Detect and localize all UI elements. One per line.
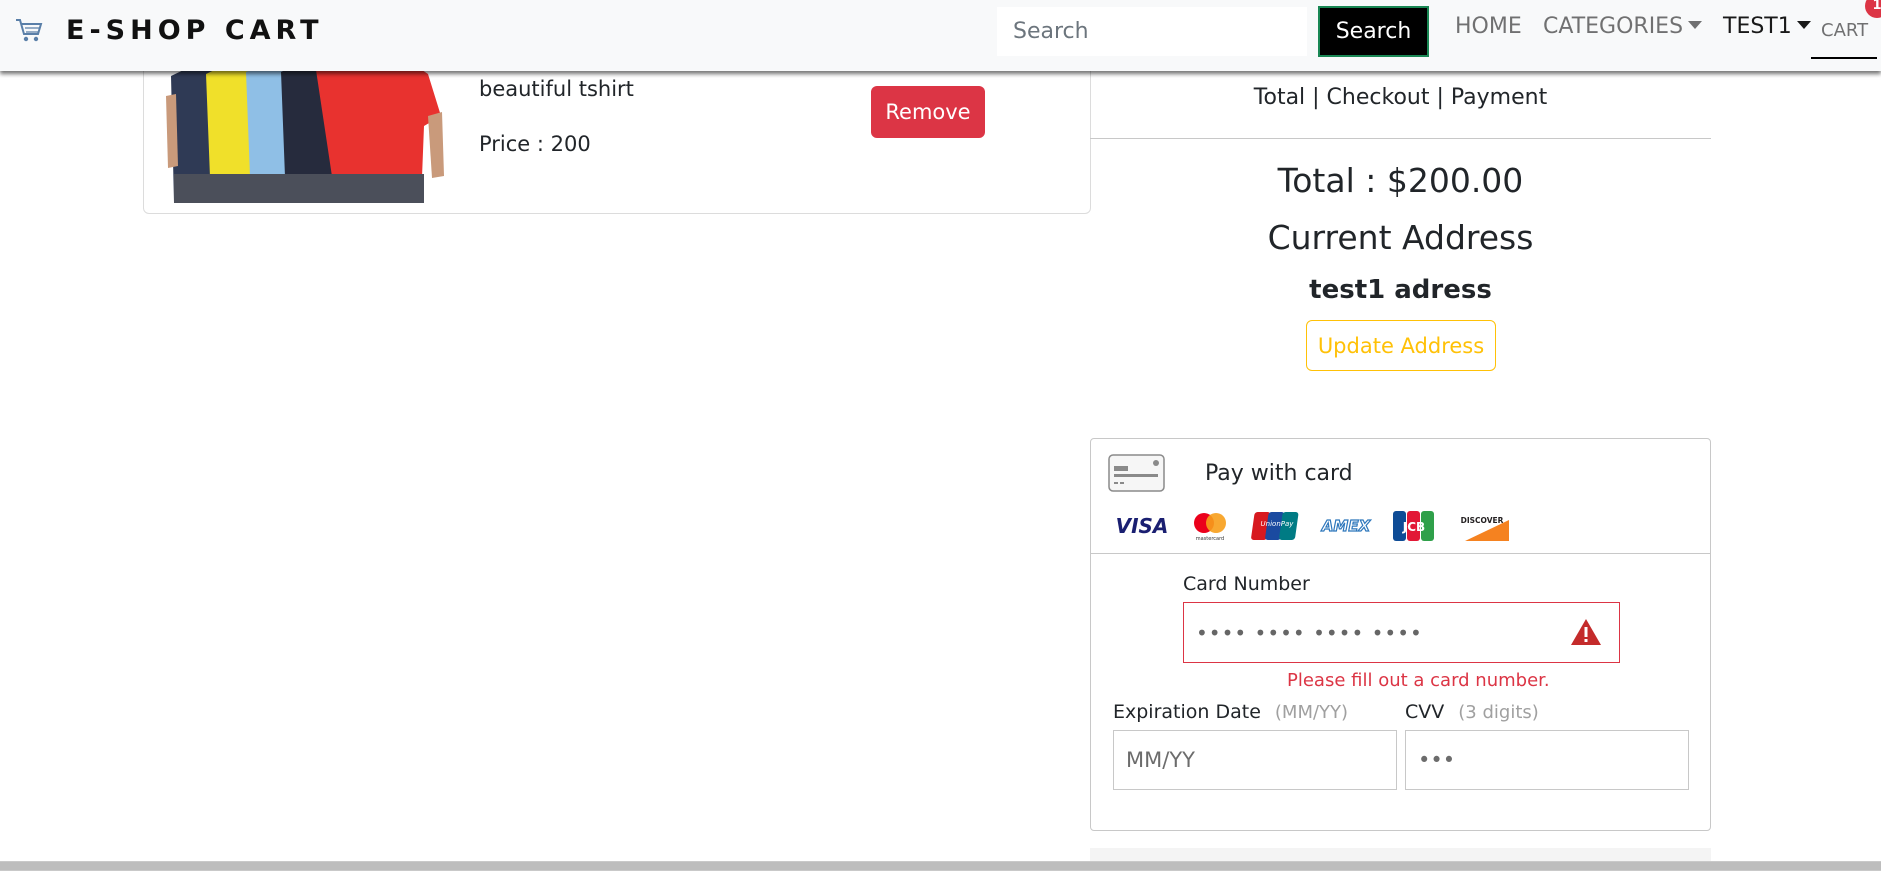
brand[interactable]: E-SHOP CART: [14, 10, 324, 50]
update-address-button[interactable]: Update Address: [1306, 320, 1496, 371]
amex-icon: AMEX: [1319, 510, 1373, 542]
card-number-label: Card Number: [1183, 573, 1310, 595]
summary-header: Total | Checkout | Payment: [1253, 85, 1548, 110]
amex-text: AMEX: [1321, 517, 1372, 535]
next-section-edge: [1090, 848, 1711, 861]
discover-icon: DISCOVER: [1455, 510, 1509, 542]
mastercard-icon: mastercard: [1183, 510, 1237, 542]
warning-icon: [1571, 619, 1601, 645]
expiration-input[interactable]: MM/YY: [1113, 730, 1397, 790]
summary-divider: [1090, 138, 1711, 139]
nav-user-label: TEST1: [1723, 14, 1792, 39]
product-image: [166, 56, 444, 203]
chevron-down-icon: [1796, 21, 1811, 29]
scrollbar-thumb[interactable]: [0, 862, 1881, 870]
expiration-hint: (MM/YY): [1274, 702, 1349, 723]
card-number-placeholder: •••• •••• •••• ••••: [1196, 621, 1423, 645]
remove-button[interactable]: Remove: [871, 86, 985, 138]
product-price: Price : 200: [479, 132, 591, 156]
cvv-hint: (3 digits): [1458, 702, 1539, 723]
unionpay-icon: UnionPay: [1251, 510, 1305, 542]
cvv-label-text: CVV: [1405, 701, 1445, 723]
address-value: test1 adress: [1309, 275, 1492, 305]
pay-with-card-title: Pay with card: [1205, 461, 1353, 486]
nav-user-dropdown[interactable]: TEST1: [1723, 14, 1811, 39]
order-total: Total : $200.00: [1277, 161, 1524, 200]
expiration-placeholder: MM/YY: [1126, 748, 1195, 772]
jcb-text: JCB: [1402, 520, 1425, 534]
nav-cart-label: CART: [1821, 20, 1869, 41]
visa-icon: VISA: [1115, 510, 1169, 542]
credit-card-icon: [1108, 454, 1165, 492]
jcb-icon: JCB: [1387, 510, 1441, 542]
expiration-label-text: Expiration Date: [1113, 701, 1261, 723]
nav-categories-dropdown[interactable]: CATEGORIES: [1543, 14, 1703, 39]
payment-divider: [1091, 553, 1710, 554]
payment-card: Pay with card VISA mastercard UnionPay A…: [1090, 438, 1711, 831]
cvv-label: CVV (3 digits): [1405, 701, 1539, 723]
nav-home-link[interactable]: HOME: [1455, 14, 1522, 39]
card-number-input[interactable]: •••• •••• •••• ••••: [1183, 602, 1620, 663]
discover-text: DISCOVER: [1461, 516, 1504, 525]
card-number-error: Please fill out a card number.: [1287, 670, 1550, 691]
address-heading: Current Address: [1267, 218, 1534, 257]
visa-text: VISA: [1116, 514, 1169, 538]
search-input[interactable]: [997, 7, 1307, 56]
navbar: E-SHOP CART Search HOME CATEGORIES TEST1…: [0, 0, 1881, 71]
shopping-cart-icon: [16, 19, 43, 42]
product-description: beautiful tshirt: [479, 77, 634, 101]
cart-count-badge: 1: [1865, 0, 1881, 18]
cvv-placeholder: •••: [1418, 748, 1456, 772]
mastercard-text: mastercard: [1196, 536, 1224, 542]
nav-cart-link[interactable]: CART 1: [1811, 0, 1881, 59]
nav-categories-label: CATEGORIES: [1543, 14, 1684, 39]
chevron-down-icon: [1688, 21, 1703, 29]
expiration-label: Expiration Date (MM/YY): [1113, 701, 1348, 723]
brand-name: E-SHOP CART: [66, 14, 324, 46]
cvv-input[interactable]: •••: [1405, 730, 1689, 790]
card-brands: VISA mastercard UnionPay AMEX JCB DISCOV…: [1115, 509, 1523, 543]
unionpay-text: UnionPay: [1261, 520, 1295, 528]
search-button[interactable]: Search: [1318, 6, 1429, 57]
